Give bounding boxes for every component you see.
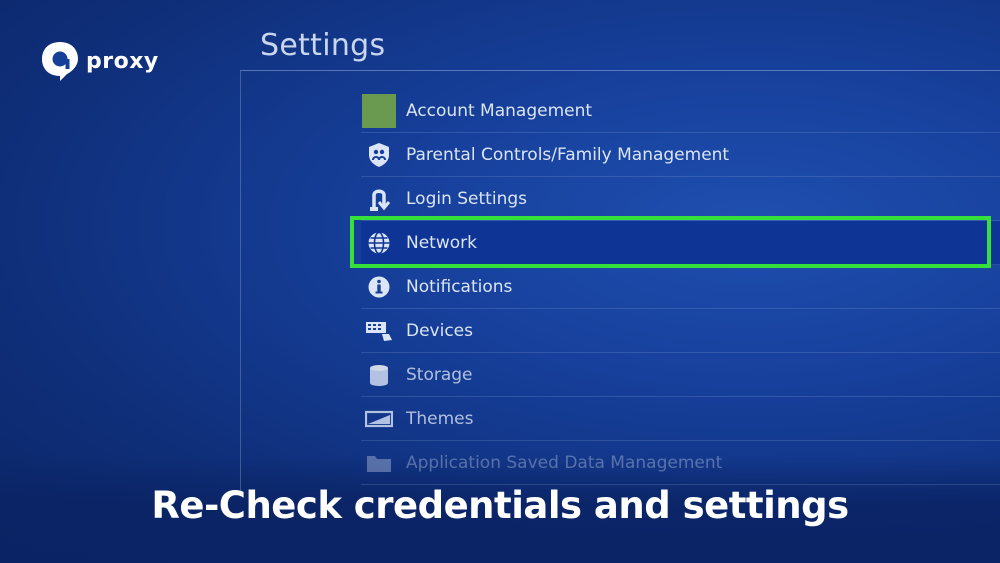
menu-item-label: Application Saved Data Management [406,452,723,473]
menu-item-label: Account Management [406,100,593,121]
account-square-icon [361,93,397,128]
menu-item-storage[interactable]: Storage [361,353,1000,397]
menu-item-label: Parental Controls/Family Management [406,144,730,165]
globe-icon [361,228,397,258]
login-arrow-icon [361,184,397,214]
brand-logo: proxy [38,38,159,82]
brand-logo-text: proxy [86,48,159,74]
menu-item-login-settings[interactable]: Login Settings [361,177,1000,221]
menu-item-application-saved-data[interactable]: Application Saved Data Management [361,441,1000,485]
menu-item-label: Themes [406,408,474,429]
folder-icon [361,448,397,478]
menu-item-devices[interactable]: Devices [361,309,1000,353]
menu-item-label: Network [406,232,477,253]
settings-panel: Account Management Parental Controls/Fam… [240,70,1000,491]
menu-item-network[interactable]: Network [361,221,1000,265]
menu-item-parental-controls[interactable]: Parental Controls/Family Management [361,133,1000,177]
menu-item-themes[interactable]: Themes [361,397,1000,441]
menu-item-label: Notifications [406,276,513,297]
storage-cylinder-icon [361,360,397,390]
menu-item-notifications[interactable]: Notifications [361,265,1000,309]
page-title: Settings [260,28,386,63]
menu-item-label: Storage [406,364,473,385]
caption-text: Re-Check credentials and settings [151,484,849,527]
menu-item-account-management[interactable]: Account Management [361,89,1000,133]
settings-menu: Account Management Parental Controls/Fam… [361,89,1000,485]
keyboard-icon [361,316,397,346]
info-icon [361,272,397,302]
themes-icon [361,404,397,434]
menu-item-label: Login Settings [406,188,527,209]
family-shield-icon [361,140,397,170]
proxy-logo-icon [42,42,78,81]
menu-item-label: Devices [406,320,473,341]
